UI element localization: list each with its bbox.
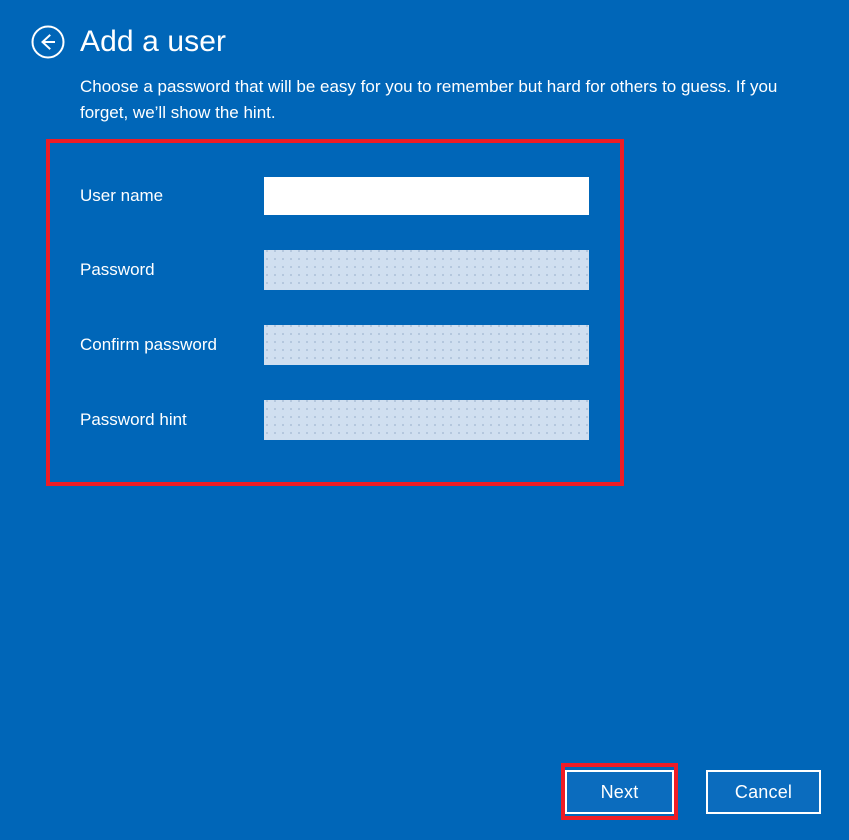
field-row-password-hint: Password hint	[46, 400, 624, 440]
next-button[interactable]: Next	[565, 770, 674, 814]
label-password: Password	[80, 260, 155, 279]
password-hint-input[interactable]	[264, 400, 589, 440]
label-password-hint: Password hint	[80, 410, 187, 429]
password-input[interactable]	[264, 250, 589, 290]
page-subtitle: Choose a password that will be easy for …	[80, 77, 778, 122]
field-row-confirm-password: Confirm password	[46, 325, 624, 365]
label-confirm-password: Confirm password	[80, 335, 217, 354]
user-name-input[interactable]	[264, 177, 589, 215]
cancel-button[interactable]: Cancel	[706, 770, 821, 814]
field-row-password: Password	[46, 250, 624, 290]
title-row: Add a user	[30, 24, 226, 60]
field-row-user-name: User name	[46, 176, 624, 216]
back-arrow-circle-icon[interactable]	[30, 24, 66, 60]
dialog-footer: Next Cancel	[0, 770, 849, 820]
page-title: Add a user	[80, 25, 227, 58]
confirm-password-input[interactable]	[264, 325, 589, 365]
label-user-name: User name	[80, 186, 164, 205]
add-user-form: User name Password Confirm password Pass…	[46, 139, 624, 486]
